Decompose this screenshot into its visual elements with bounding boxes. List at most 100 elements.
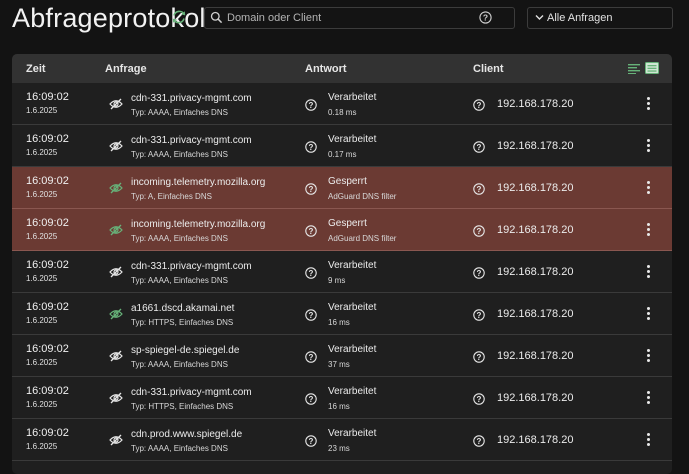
row-client-ip[interactable]: 192.168.178.20 xyxy=(497,308,573,320)
eye-off-icon[interactable] xyxy=(109,181,123,199)
row-client-ip[interactable]: 192.168.178.20 xyxy=(497,266,573,278)
row-time: 16:09:02 xyxy=(26,91,69,103)
row-client-ip[interactable]: 192.168.178.20 xyxy=(497,224,573,236)
table-row[interactable]: 16:09:02 1.6.2025 cdn.prod.www.spiegel.de T… xyxy=(12,419,672,461)
eye-off-icon[interactable] xyxy=(109,391,123,409)
row-domain[interactable]: cdn.prod.www.spiegel.de xyxy=(131,429,242,440)
client-info-icon[interactable]: ? xyxy=(473,182,485,200)
row-date: 1.6.2025 xyxy=(26,232,58,241)
row-domain[interactable]: cdn-331.privacy-mgmt.com xyxy=(131,261,252,272)
search-input[interactable] xyxy=(227,8,477,28)
row-status-detail: 16 ms xyxy=(328,402,350,411)
row-domain[interactable]: incoming.telemetry.mozilla.org xyxy=(131,219,265,230)
row-domain[interactable]: incoming.telemetry.mozilla.org xyxy=(131,177,265,188)
table-view-icon[interactable] xyxy=(645,62,659,74)
table-row[interactable]: 16:09:02 1.6.2025 cdn-331.privacy-mgmt.com… xyxy=(12,377,672,419)
table-row[interactable]: 16:09:02 1.6.2025 cdn-331.privacy-mgmt.com… xyxy=(12,125,672,167)
kebab-menu-icon[interactable] xyxy=(646,139,650,153)
row-date: 1.6.2025 xyxy=(26,442,58,451)
row-client-ip[interactable]: 192.168.178.20 xyxy=(497,182,573,194)
help-icon[interactable]: ? xyxy=(479,11,492,24)
row-client-ip[interactable]: 192.168.178.20 xyxy=(497,350,573,362)
row-client-ip[interactable]: 192.168.178.20 xyxy=(497,140,573,152)
svg-text:?: ? xyxy=(477,143,482,152)
eye-off-icon[interactable] xyxy=(109,349,123,367)
row-domain[interactable]: a1661.dscd.akamai.net xyxy=(131,303,234,314)
search-box[interactable]: ? xyxy=(204,7,515,29)
row-domain[interactable]: sp-spiegel-de.spiegel.de xyxy=(131,345,239,356)
row-query-type: Typ: HTTPS, Einfaches DNS xyxy=(131,402,234,411)
row-status-detail: 37 ms xyxy=(328,360,350,369)
client-info-icon[interactable]: ? xyxy=(473,308,485,326)
response-info-icon[interactable]: ? xyxy=(305,434,317,452)
row-client-ip[interactable]: 192.168.178.20 xyxy=(497,392,573,404)
row-domain[interactable]: cdn-331.privacy-mgmt.com xyxy=(131,135,252,146)
response-info-icon[interactable]: ? xyxy=(305,224,317,242)
response-info-icon[interactable]: ? xyxy=(305,266,317,284)
row-status: Verarbeitet xyxy=(328,302,377,313)
client-info-icon[interactable]: ? xyxy=(473,350,485,368)
list-view-icon[interactable] xyxy=(628,63,640,74)
row-domain[interactable]: cdn-331.privacy-mgmt.com xyxy=(131,93,252,104)
row-query-type: Typ: HTTPS, Einfaches DNS xyxy=(131,318,234,327)
row-date: 1.6.2025 xyxy=(26,148,58,157)
svg-text:?: ? xyxy=(309,269,314,278)
row-status-detail: AdGuard DNS filter xyxy=(328,234,397,243)
table-row[interactable]: 16:09:02 1.6.2025 cdn-331.privacy-mgmt.com… xyxy=(12,251,672,293)
table-row[interactable]: 16:09:02 1.6.2025 cdn-331.privacy-mgmt.com… xyxy=(12,83,672,125)
row-status: Gesperrt xyxy=(328,218,367,229)
svg-text:?: ? xyxy=(477,269,482,278)
client-info-icon[interactable]: ? xyxy=(473,140,485,158)
kebab-menu-icon[interactable] xyxy=(646,391,650,405)
eye-off-icon[interactable] xyxy=(109,433,123,451)
table-row[interactable]: 16:09:02 1.6.2025 incoming.telemetry.mozil… xyxy=(12,209,672,251)
kebab-menu-icon[interactable] xyxy=(646,265,650,279)
column-header-request[interactable]: Anfrage xyxy=(105,63,147,75)
eye-off-icon[interactable] xyxy=(109,265,123,283)
svg-text:?: ? xyxy=(477,185,482,194)
table-row[interactable]: 16:09:02 1.6.2025 sp-spiegel-de.spiegel.de… xyxy=(12,335,672,377)
table-row[interactable]: 16:09:02 1.6.2025 a1661.dscd.akamai.net Typ… xyxy=(12,293,672,335)
eye-off-icon[interactable] xyxy=(109,139,123,157)
query-log-table: Zeit Anfrage Antwort Client 16:09:02 1.6.… xyxy=(12,54,672,474)
kebab-menu-icon[interactable] xyxy=(646,223,650,237)
svg-text:?: ? xyxy=(309,143,314,152)
column-header-time[interactable]: Zeit xyxy=(26,63,46,75)
svg-text:?: ? xyxy=(477,395,482,404)
svg-text:?: ? xyxy=(477,227,482,236)
row-client-ip[interactable]: 192.168.178.20 xyxy=(497,434,573,446)
eye-off-icon[interactable] xyxy=(109,223,123,241)
response-info-icon[interactable]: ? xyxy=(305,182,317,200)
kebab-menu-icon[interactable] xyxy=(646,433,650,447)
table-body: 16:09:02 1.6.2025 cdn-331.privacy-mgmt.com… xyxy=(12,83,672,461)
client-info-icon[interactable]: ? xyxy=(473,266,485,284)
client-info-icon[interactable]: ? xyxy=(473,434,485,452)
response-info-icon[interactable]: ? xyxy=(305,392,317,410)
kebab-menu-icon[interactable] xyxy=(646,97,650,111)
table-row[interactable]: 16:09:02 1.6.2025 incoming.telemetry.mozil… xyxy=(12,167,672,209)
request-filter-select[interactable]: Alle Anfragen xyxy=(527,7,673,29)
kebab-menu-icon[interactable] xyxy=(646,349,650,363)
row-status: Verarbeitet xyxy=(328,260,377,271)
client-info-icon[interactable]: ? xyxy=(473,98,485,116)
refresh-icon[interactable] xyxy=(171,9,187,25)
row-query-type: Typ: A, Einfaches DNS xyxy=(131,192,212,201)
filter-label: Alle Anfragen xyxy=(547,12,613,24)
response-info-icon[interactable]: ? xyxy=(305,308,317,326)
row-time: 16:09:02 xyxy=(26,217,69,229)
response-info-icon[interactable]: ? xyxy=(305,140,317,158)
kebab-menu-icon[interactable] xyxy=(646,307,650,321)
column-header-response[interactable]: Antwort xyxy=(305,63,347,75)
response-info-icon[interactable]: ? xyxy=(305,98,317,116)
row-status: Verarbeitet xyxy=(328,386,377,397)
row-client-ip[interactable]: 192.168.178.20 xyxy=(497,98,573,110)
column-header-client[interactable]: Client xyxy=(473,63,504,75)
row-domain[interactable]: cdn-331.privacy-mgmt.com xyxy=(131,387,252,398)
response-info-icon[interactable]: ? xyxy=(305,350,317,368)
kebab-menu-icon[interactable] xyxy=(646,181,650,195)
client-info-icon[interactable]: ? xyxy=(473,224,485,242)
eye-off-icon[interactable] xyxy=(109,307,123,325)
client-info-icon[interactable]: ? xyxy=(473,392,485,410)
eye-off-icon[interactable] xyxy=(109,97,123,115)
svg-text:?: ? xyxy=(309,227,314,236)
